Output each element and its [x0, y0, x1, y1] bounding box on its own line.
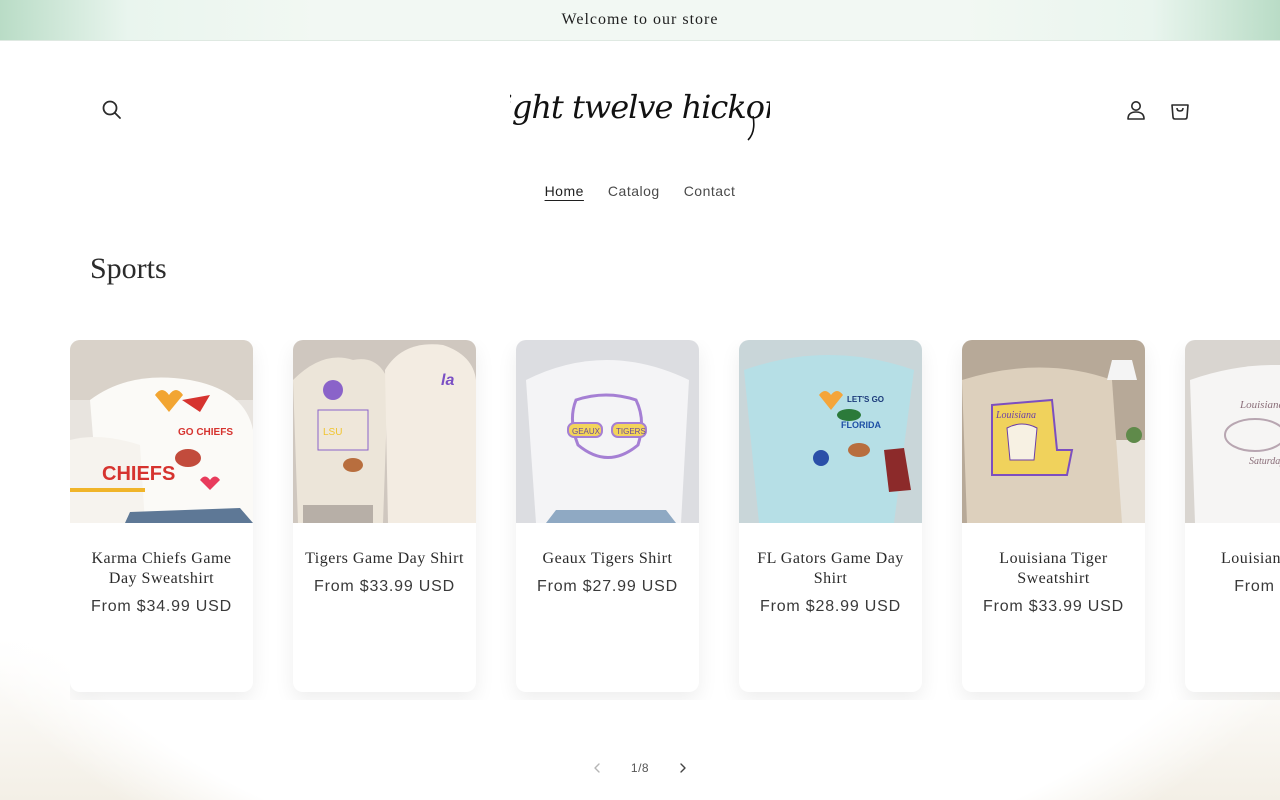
- product-card[interactable]: Louisiana Louisiana Tiger Sweatshirt Fro…: [962, 340, 1145, 692]
- svg-text:GEAUX: GEAUX: [572, 427, 601, 436]
- product-title[interactable]: Louisiana Tiger Sweatshirt: [974, 549, 1133, 589]
- product-card[interactable]: CHIEFS GO CHIEFS Karma Chiefs Game Day S…: [70, 340, 253, 692]
- nav-home[interactable]: Home: [533, 181, 596, 201]
- product-title[interactable]: Louisiana Night: [1197, 549, 1280, 569]
- section-title: Sports: [90, 252, 167, 285]
- cart-button[interactable]: [1160, 90, 1200, 130]
- product-price: From $28.99 USD: [760, 598, 901, 615]
- product-image[interactable]: LET'S GO FLORIDA: [739, 340, 922, 523]
- product-price: From $27.99 USD: [537, 578, 678, 595]
- product-carousel: CHIEFS GO CHIEFS Karma Chiefs Game Day S…: [70, 340, 1280, 700]
- product-title[interactable]: Tigers Game Day Shirt: [305, 549, 464, 569]
- svg-text:Louisiana: Louisiana: [1239, 399, 1280, 411]
- product-image[interactable]: Louisiana: [962, 340, 1145, 523]
- product-card[interactable]: LET'S GO FLORIDA FL Gators Game Day Shir…: [739, 340, 922, 692]
- main-nav: Home Catalog Contact: [0, 181, 1280, 201]
- product-title[interactable]: Geaux Tigers Shirt: [528, 549, 687, 569]
- svg-text:la: la: [441, 372, 454, 389]
- page: Welcome to our store eight twelve hickor…: [0, 0, 1280, 800]
- account-button[interactable]: [1116, 90, 1156, 130]
- chevron-right-icon: [680, 763, 686, 773]
- svg-text:TIGERS: TIGERS: [616, 427, 646, 436]
- search-button[interactable]: [92, 90, 132, 130]
- search-icon: [102, 100, 121, 119]
- carousel-pagination: 1/8: [0, 756, 1280, 780]
- product-title[interactable]: FL Gators Game Day Shirt: [751, 549, 910, 589]
- logo-script: eight twelve hickory: [510, 88, 770, 141]
- product-card[interactable]: LSU la Tigers Game Day Shirt From $33.99…: [293, 340, 476, 692]
- product-image[interactable]: GEAUX TIGERS: [516, 340, 699, 523]
- product-image[interactable]: Louisiana Saturday: [1185, 340, 1280, 523]
- product-image[interactable]: CHIEFS GO CHIEFS: [70, 340, 253, 523]
- store-logo[interactable]: eight twelve hickory: [500, 78, 780, 148]
- svg-text:CHIEFS: CHIEFS: [102, 463, 175, 485]
- product-price: From $33.99 USD: [983, 598, 1124, 615]
- next-slide-button[interactable]: [671, 756, 695, 780]
- svg-text:FLORIDA: FLORIDA: [841, 420, 881, 430]
- slide-counter: 1/8: [630, 761, 650, 775]
- svg-text:GO CHIEFS: GO CHIEFS: [178, 427, 233, 438]
- nav-catalog[interactable]: Catalog: [596, 181, 672, 201]
- announcement-text: Welcome to our store: [561, 11, 719, 28]
- svg-text:LSU: LSU: [323, 427, 342, 438]
- svg-text:eight twelve hickory: eight twelve hickory: [510, 88, 770, 126]
- product-price: From $ US: [1234, 578, 1280, 595]
- product-card[interactable]: GEAUX TIGERS Geaux Tigers Shirt From $27…: [516, 340, 699, 692]
- product-price: From $34.99 USD: [91, 598, 232, 615]
- product-title[interactable]: Karma Chiefs Game Day Sweatshirt: [82, 549, 241, 589]
- product-image[interactable]: LSU la: [293, 340, 476, 523]
- chevron-left-icon: [594, 763, 600, 773]
- svg-text:Louisiana: Louisiana: [995, 410, 1036, 421]
- svg-text:Saturday: Saturday: [1249, 456, 1280, 467]
- product-price: From $33.99 USD: [314, 578, 455, 595]
- account-icon: [1127, 101, 1145, 120]
- nav-contact[interactable]: Contact: [672, 181, 748, 201]
- announcement-bar: Welcome to our store: [0, 0, 1280, 41]
- cart-icon: [1171, 104, 1189, 120]
- product-card[interactable]: Louisiana Saturday Louisiana Night From …: [1185, 340, 1280, 692]
- previous-slide-button[interactable]: [585, 756, 609, 780]
- svg-text:LET'S GO: LET'S GO: [847, 395, 884, 404]
